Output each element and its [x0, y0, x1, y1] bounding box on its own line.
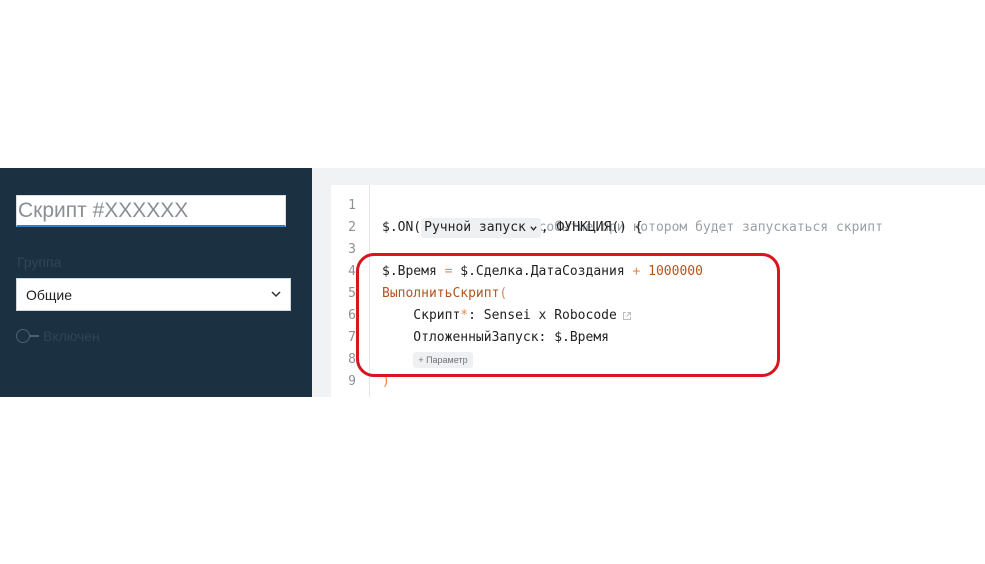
code-line-8: + Параметр — [382, 349, 473, 371]
code-line-9: ) — [382, 371, 390, 393]
line-number: 7 — [348, 330, 356, 345]
trigger-select[interactable]: Ручной запуск — [421, 218, 541, 238]
delayed-value: $.Время — [554, 330, 609, 345]
sidebar: Группа Общие Включен — [0, 168, 312, 397]
line-number: 8 — [348, 352, 356, 367]
expression-field: $.Сделка.ДатаСоздания — [460, 264, 625, 279]
add-parameter-button[interactable]: + Параметр — [413, 351, 473, 368]
chevron-down-icon — [271, 291, 281, 298]
group-select-value: Общие — [26, 286, 73, 303]
function-name: ВыполнитьСкрипт — [382, 286, 500, 301]
code-line-1: // Определите событие при котором будет … — [382, 195, 883, 235]
code-line-5: ВыполнитьСкрипт( — [382, 283, 507, 305]
param-sep: : — [468, 308, 484, 323]
line-number: 5 — [348, 286, 356, 301]
open-paren: ( — [499, 286, 508, 301]
chevron-down-icon — [530, 225, 537, 231]
close-paren: ) — [382, 374, 390, 389]
enabled-toggle[interactable]: Включен — [16, 328, 100, 344]
line-number: 4 — [348, 264, 356, 279]
plus-operator: + — [624, 264, 649, 279]
param-sep: : — [538, 330, 555, 345]
editor-panel: 1 2 3 4 5 6 7 8 9 // Определите событие … — [312, 168, 985, 397]
line-number: 6 — [348, 308, 356, 323]
on-call: $.ON( — [382, 220, 422, 235]
toggle-label: Включен — [43, 328, 100, 344]
line-number: 9 — [348, 374, 356, 389]
variable-name: $.Время — [382, 264, 437, 279]
assign-operator: = — [436, 264, 461, 279]
line-gutter: 1 2 3 4 5 6 7 8 9 — [331, 185, 370, 397]
number-literal: 1000000 — [648, 264, 703, 279]
line-number: 2 — [348, 220, 356, 235]
group-label: Группа — [17, 254, 62, 270]
code-line-4: $.Время = $.Сделка.ДатаСоздания + 100000… — [382, 261, 703, 283]
param-key-script: Скрипт — [382, 308, 461, 323]
trigger-value: Ручной запуск — [424, 220, 526, 235]
required-star: * — [460, 308, 469, 323]
param-key-delayed: ОтложенныйЗапуск — [382, 330, 539, 345]
external-link-icon[interactable] — [622, 311, 632, 321]
code-line-2: $.ON(Ручной запуск , ФУНКЦИЯ() { — [382, 217, 643, 239]
script-title-input[interactable] — [16, 195, 286, 227]
code-editor[interactable]: 1 2 3 4 5 6 7 8 9 // Определите событие … — [331, 185, 985, 397]
toggle-knob — [16, 329, 30, 343]
line-number: 1 — [348, 198, 356, 213]
script-value-link[interactable]: Sensei x Robocode — [484, 308, 617, 323]
code-line-7: ОтложенныйЗапуск: $.Время — [382, 327, 609, 349]
toggle-track — [29, 335, 39, 337]
function-open: , ФУНКЦИЯ() { — [540, 220, 643, 235]
group-select[interactable]: Общие — [16, 278, 291, 311]
line-number: 3 — [348, 242, 356, 257]
code-line-6: Скрипт*: Sensei x Robocode — [382, 305, 632, 327]
